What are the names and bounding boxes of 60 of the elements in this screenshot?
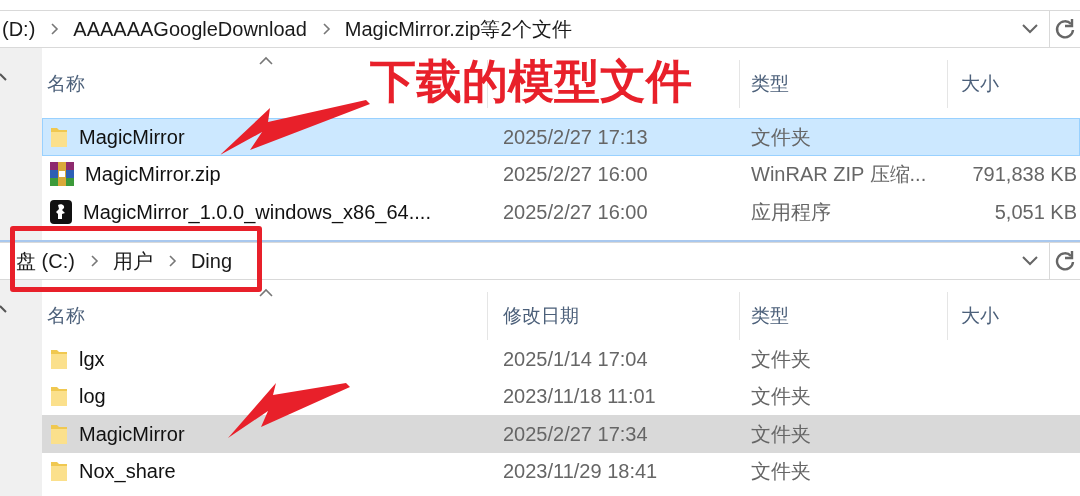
breadcrumb-item[interactable]: AAAAAAGoogleDownload — [73, 14, 307, 44]
file-type: 文件夹 — [751, 125, 811, 148]
file-type: WinRAR ZIP 压缩... — [751, 163, 927, 186]
file-name: MagicMirror.zip — [85, 162, 221, 188]
archive-icon — [49, 161, 75, 188]
file-type: 文件夹 — [751, 385, 811, 408]
file-row[interactable]: MagicMirror_1.0.0_windows_x86_64.... 2025/2/27 16:00 应用程序 5,051 KB — [42, 193, 1080, 231]
chevron-right-icon — [88, 254, 99, 268]
file-size: 5,051 KB — [994, 200, 1077, 223]
refresh-icon[interactable] — [1054, 250, 1076, 272]
chevron-down-icon[interactable] — [1021, 255, 1039, 267]
date-modified: 2025/2/27 16:00 — [503, 200, 648, 223]
date-modified: 2025/2/27 17:13 — [503, 125, 648, 148]
file-name: Nox_share — [79, 459, 176, 485]
column-heading[interactable]: 类型 — [751, 301, 789, 331]
column-heading[interactable]: 大小 — [961, 301, 999, 331]
column-heading[interactable]: 类型 — [751, 69, 789, 99]
file-row[interactable]: MagicMirror.zip 2025/2/27 16:00 WinRAR ZIP 压缩... 791,838 KB — [42, 155, 1080, 193]
file-name: MagicMirror — [79, 124, 185, 150]
file-type: 文件夹 — [751, 460, 811, 483]
file-row[interactable]: MagicMirror 2025/2/27 17:34 文件夹 — [42, 415, 1080, 453]
file-row[interactable]: MagicMirror 2025/2/27 17:13 文件夹 — [42, 118, 1080, 156]
chevron-right-icon — [320, 22, 331, 36]
file-size: 791,838 KB — [972, 163, 1077, 186]
date-modified: 2025/1/14 17:04 — [503, 347, 648, 370]
file-name: MagicMirror — [79, 421, 185, 447]
address-bar[interactable]: (D:) AAAAAAGoogleDownload MagicMirror.zip等2个文件 — [0, 10, 1080, 48]
chevron-right-icon — [49, 22, 60, 36]
column-heading[interactable]: 名称 — [47, 301, 85, 331]
breadcrumb-item[interactable]: Ding — [190, 246, 233, 276]
annotation-label: 下载的模型文件 — [370, 58, 692, 104]
date-modified: 2025/2/27 16:00 — [503, 163, 648, 186]
chevron-down-icon[interactable] — [1021, 23, 1039, 35]
folder-icon — [49, 384, 69, 409]
breadcrumb-item[interactable]: 用户 — [112, 246, 153, 276]
date-modified: 2023/11/18 11:01 — [503, 385, 656, 408]
sort-caret-icon — [258, 288, 274, 298]
address-bar[interactable]: 盘 (C:) 用户 Ding — [0, 242, 1080, 280]
file-name: lgx — [79, 346, 105, 372]
file-name: log — [79, 384, 106, 410]
sort-caret-icon — [258, 56, 274, 66]
chevron-right-icon — [166, 254, 177, 268]
app-icon — [49, 198, 73, 225]
breadcrumb-item[interactable]: 盘 (C:) — [16, 246, 75, 276]
file-type: 文件夹 — [751, 422, 811, 445]
file-row[interactable]: Nox_share 2023/11/29 18:41 文件夹 — [42, 452, 1080, 490]
column-heading[interactable]: 修改日期 — [503, 301, 579, 331]
file-row[interactable]: log 2023/11/18 11:01 文件夹 — [42, 377, 1080, 415]
folder-icon — [49, 459, 69, 484]
file-type: 应用程序 — [751, 200, 831, 223]
file-name: MagicMirror_1.0.0_windows_x86_64.... — [83, 199, 431, 226]
date-modified: 2025/2/27 17:34 — [503, 422, 648, 445]
file-row[interactable]: lgx 2025/1/14 17:04 文件夹 — [42, 340, 1080, 378]
file-type: 文件夹 — [751, 347, 811, 370]
column-heading[interactable]: 大小 — [961, 69, 999, 99]
refresh-icon[interactable] — [1054, 18, 1076, 40]
breadcrumb-item[interactable]: MagicMirror.zip等2个文件 — [344, 14, 572, 44]
column-heading[interactable]: 名称 — [47, 69, 85, 99]
date-modified: 2023/11/29 18:41 — [503, 460, 658, 483]
breadcrumb-item[interactable]: (D:) — [2, 14, 36, 44]
